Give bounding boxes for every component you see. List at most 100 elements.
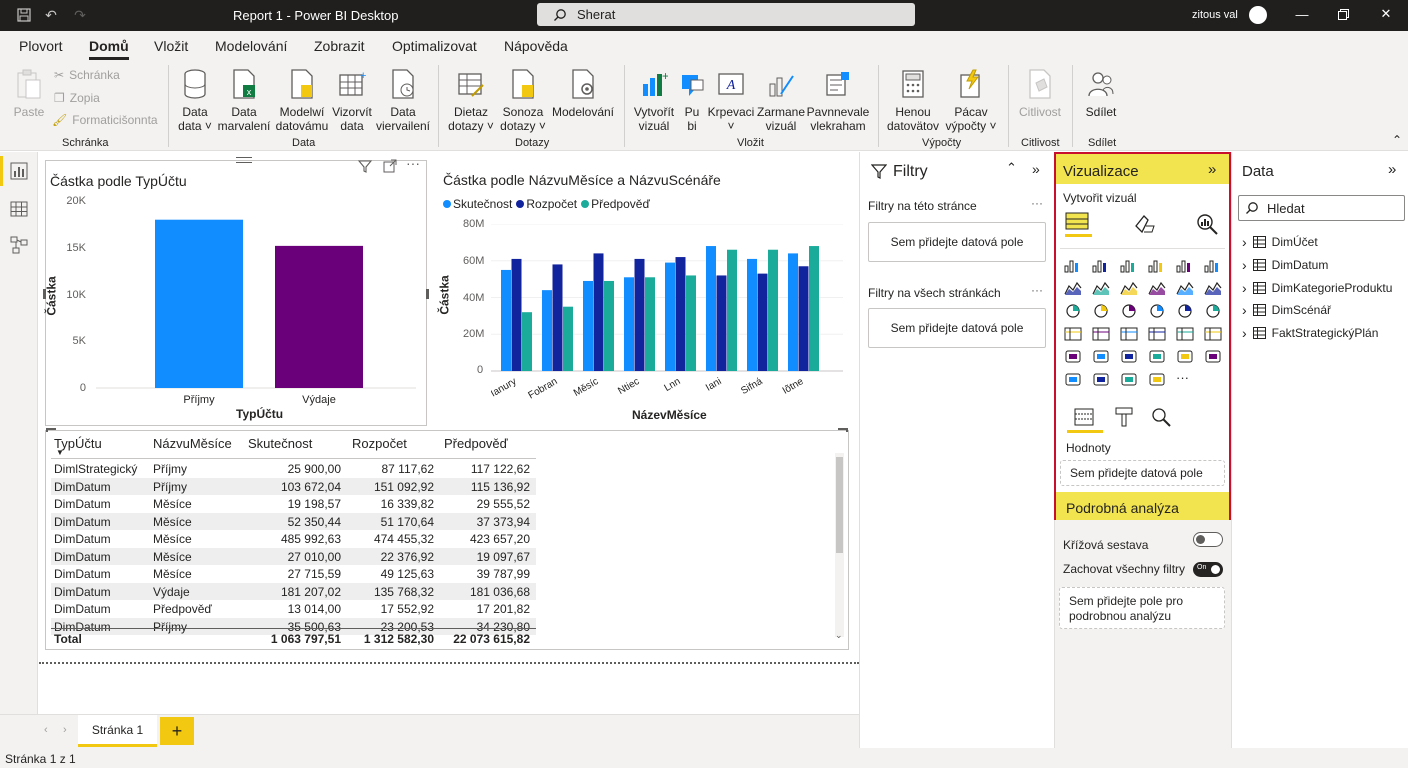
filled-map-visual-icon[interactable] bbox=[1092, 326, 1112, 344]
column-bar[interactable] bbox=[563, 306, 573, 371]
copy-button[interactable]: ❐ Zopia bbox=[54, 91, 100, 105]
column-bar[interactable] bbox=[716, 275, 727, 371]
tab-optimize[interactable]: Optimalizovat bbox=[392, 38, 477, 54]
column-bar[interactable] bbox=[727, 249, 737, 371]
drillthrough-header[interactable]: Podrobná analýza bbox=[1056, 492, 1229, 520]
prev-page-icon[interactable]: ‹ bbox=[44, 724, 48, 736]
undo-icon[interactable]: ↶ bbox=[43, 7, 59, 23]
bar[interactable] bbox=[275, 245, 363, 388]
scroll-down-icon[interactable]: ⌄ bbox=[835, 630, 843, 641]
more-options-icon[interactable]: ··· bbox=[406, 155, 420, 171]
tab-view[interactable]: Zobrazit bbox=[314, 38, 365, 54]
line-clustered-visual-icon[interactable] bbox=[1176, 280, 1196, 298]
column-header[interactable]: Skutečnost bbox=[248, 436, 312, 451]
column-header[interactable]: NázvuMěsíce bbox=[153, 436, 232, 451]
more-visuals-button[interactable]: Zarmane vizuál bbox=[756, 67, 806, 133]
tab-insert[interactable]: Vložit bbox=[154, 38, 188, 54]
waterfall-visual-icon[interactable] bbox=[1064, 303, 1084, 321]
focus-mode-icon[interactable] bbox=[383, 159, 397, 173]
clustered-bar-visual-icon[interactable] bbox=[1120, 257, 1140, 275]
smart-narrative-button[interactable]: Pavnnevale vlekraham bbox=[807, 67, 869, 133]
stacked-column-visual-icon[interactable] bbox=[1092, 257, 1112, 275]
column-bar[interactable] bbox=[706, 246, 716, 371]
column-bar[interactable] bbox=[798, 266, 809, 371]
funnel-visual-icon[interactable] bbox=[1092, 303, 1112, 321]
column-bar[interactable] bbox=[645, 277, 655, 371]
column-header[interactable]: Předpověď bbox=[444, 436, 508, 451]
collapse-ribbon-icon[interactable]: ⌃ bbox=[1392, 133, 1402, 147]
bar-chart-visual[interactable]: ··· Částka podle TypÚčtu Částka 20K 15K … bbox=[43, 155, 429, 426]
column-bar[interactable] bbox=[501, 269, 511, 371]
matrix-visual-icon[interactable] bbox=[1120, 349, 1140, 367]
column-bar[interactable] bbox=[511, 258, 522, 371]
sensitivity-button[interactable]: Citlivost bbox=[1016, 67, 1064, 119]
more-visual-icon[interactable]: ··· bbox=[1176, 371, 1196, 390]
build-tab[interactable] bbox=[1065, 210, 1092, 237]
tab-home[interactable]: Domů bbox=[89, 38, 129, 60]
bar[interactable] bbox=[155, 219, 243, 388]
chevron-right-icon[interactable]: › bbox=[1242, 302, 1247, 318]
minimize-icon[interactable]: — bbox=[1292, 4, 1312, 24]
line-visual-icon[interactable] bbox=[1064, 280, 1084, 298]
data-table-item[interactable]: › DimScénář bbox=[1242, 302, 1331, 318]
column-bar[interactable] bbox=[665, 262, 675, 371]
collapse-data-icon[interactable]: » bbox=[1388, 161, 1396, 178]
line-column-visual-icon[interactable] bbox=[1148, 280, 1168, 298]
paginated-visual-icon[interactable] bbox=[1092, 372, 1112, 390]
format-brush-icon[interactable] bbox=[1132, 212, 1156, 236]
drag-handle[interactable] bbox=[236, 157, 252, 163]
power-apps-visual-icon[interactable] bbox=[1120, 372, 1140, 390]
report-view-icon[interactable] bbox=[10, 162, 28, 180]
fields-icon[interactable] bbox=[1073, 406, 1095, 428]
recent-sources-button[interactable]: Data viervailení bbox=[376, 67, 430, 133]
transform-data-button[interactable]: Dietaz dotazy ˅ bbox=[446, 67, 496, 133]
format-painter-button[interactable]: 🖌 Formaticišonnta bbox=[52, 113, 158, 127]
analytics-tab-icon[interactable] bbox=[1150, 406, 1172, 428]
100-bar-visual-icon[interactable] bbox=[1176, 257, 1196, 275]
next-page-icon[interactable]: › bbox=[63, 724, 67, 736]
data-table-item[interactable]: › DimKategorieProduktu bbox=[1242, 280, 1392, 296]
scatter-visual-icon[interactable] bbox=[1120, 303, 1140, 321]
get-data-button[interactable]: Data data ˅ bbox=[176, 67, 214, 133]
redo-icon[interactable]: ↷ bbox=[72, 7, 88, 23]
column-bar[interactable] bbox=[542, 290, 552, 371]
resize-handle[interactable] bbox=[43, 289, 46, 299]
legend-item[interactable]: Rozpočet bbox=[516, 197, 577, 211]
paste-button[interactable]: Paste bbox=[12, 67, 46, 119]
drillthrough-well[interactable]: Sem přidejte pole pro podrobnou analýzu bbox=[1059, 587, 1225, 629]
legend-item[interactable]: Skutečnost bbox=[443, 197, 512, 211]
gauge-visual-icon[interactable] bbox=[1120, 326, 1140, 344]
refresh-button[interactable]: Sonoza dotazy ˅ bbox=[500, 67, 546, 133]
chevron-right-icon[interactable]: › bbox=[1242, 280, 1247, 296]
pie-visual-icon[interactable] bbox=[1148, 303, 1168, 321]
more-options-icon[interactable]: ··· bbox=[1031, 283, 1043, 297]
column-bar[interactable] bbox=[583, 280, 593, 371]
treemap-visual-icon[interactable] bbox=[1204, 303, 1224, 321]
avatar[interactable] bbox=[1249, 6, 1267, 24]
column-bar[interactable] bbox=[686, 275, 696, 371]
smart-narrative-visual-icon[interactable] bbox=[1204, 349, 1224, 367]
stacked-area-visual-icon[interactable] bbox=[1120, 280, 1140, 298]
column-chart-visual[interactable]: Částka podle NázvuMěsíce a NázvuScénáře … bbox=[435, 160, 853, 426]
scrollbar-thumb[interactable] bbox=[836, 457, 843, 553]
eye-icon[interactable]: ⌃ bbox=[1006, 160, 1017, 176]
area-visual-icon[interactable] bbox=[1092, 280, 1112, 298]
multi-row-card-visual-icon[interactable] bbox=[1176, 326, 1196, 344]
chevron-right-icon[interactable]: › bbox=[1242, 234, 1247, 250]
column-bar[interactable] bbox=[624, 277, 634, 371]
data-table-item[interactable]: › FaktStrategickýPlán bbox=[1242, 325, 1378, 341]
modeling-button[interactable]: Modelování bbox=[550, 67, 616, 119]
table-visual[interactable]: TypÚčtu ▼ NázvuMěsíce Skutečnost Rozpoče… bbox=[45, 428, 849, 650]
decomposition-visual-icon[interactable] bbox=[1148, 349, 1168, 367]
ribbon-visual-icon[interactable] bbox=[1204, 280, 1224, 298]
tab-modeling[interactable]: Modelování bbox=[215, 38, 287, 54]
slicer-visual-icon[interactable] bbox=[1064, 349, 1084, 367]
new-visual-button[interactable]: + Vytvořít vizuál bbox=[632, 67, 676, 133]
column-bar[interactable] bbox=[593, 253, 604, 371]
column-bar[interactable] bbox=[675, 257, 686, 371]
donut-visual-icon[interactable] bbox=[1176, 303, 1196, 321]
restore-icon[interactable] bbox=[1333, 4, 1353, 24]
data-table-item[interactable]: › DimÚčet bbox=[1242, 234, 1318, 250]
resize-handle[interactable] bbox=[838, 428, 848, 432]
page-tab-1[interactable]: Stránka 1 bbox=[78, 715, 157, 747]
